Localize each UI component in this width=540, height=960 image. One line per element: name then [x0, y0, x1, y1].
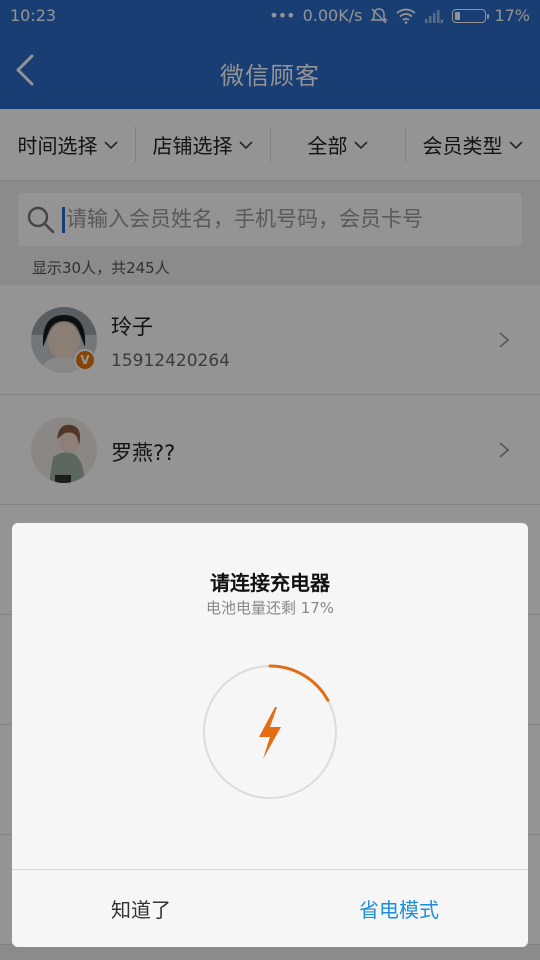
low-battery-dialog: 请连接充电器 电池电量还剩 17% 知道了 省电模式 — [12, 523, 528, 947]
lightning-icon — [259, 707, 281, 759]
dismiss-button[interactable]: 知道了 — [12, 870, 270, 947]
battery-ring — [203, 664, 337, 799]
dialog-subtitle: 电池电量还剩 17% — [205, 599, 335, 617]
dialog-actions: 知道了 省电模式 — [12, 869, 528, 947]
battery-level-arc — [268, 664, 330, 702]
dialog-title: 请连接充电器 — [210, 571, 330, 595]
power-save-button[interactable]: 省电模式 — [270, 870, 528, 947]
